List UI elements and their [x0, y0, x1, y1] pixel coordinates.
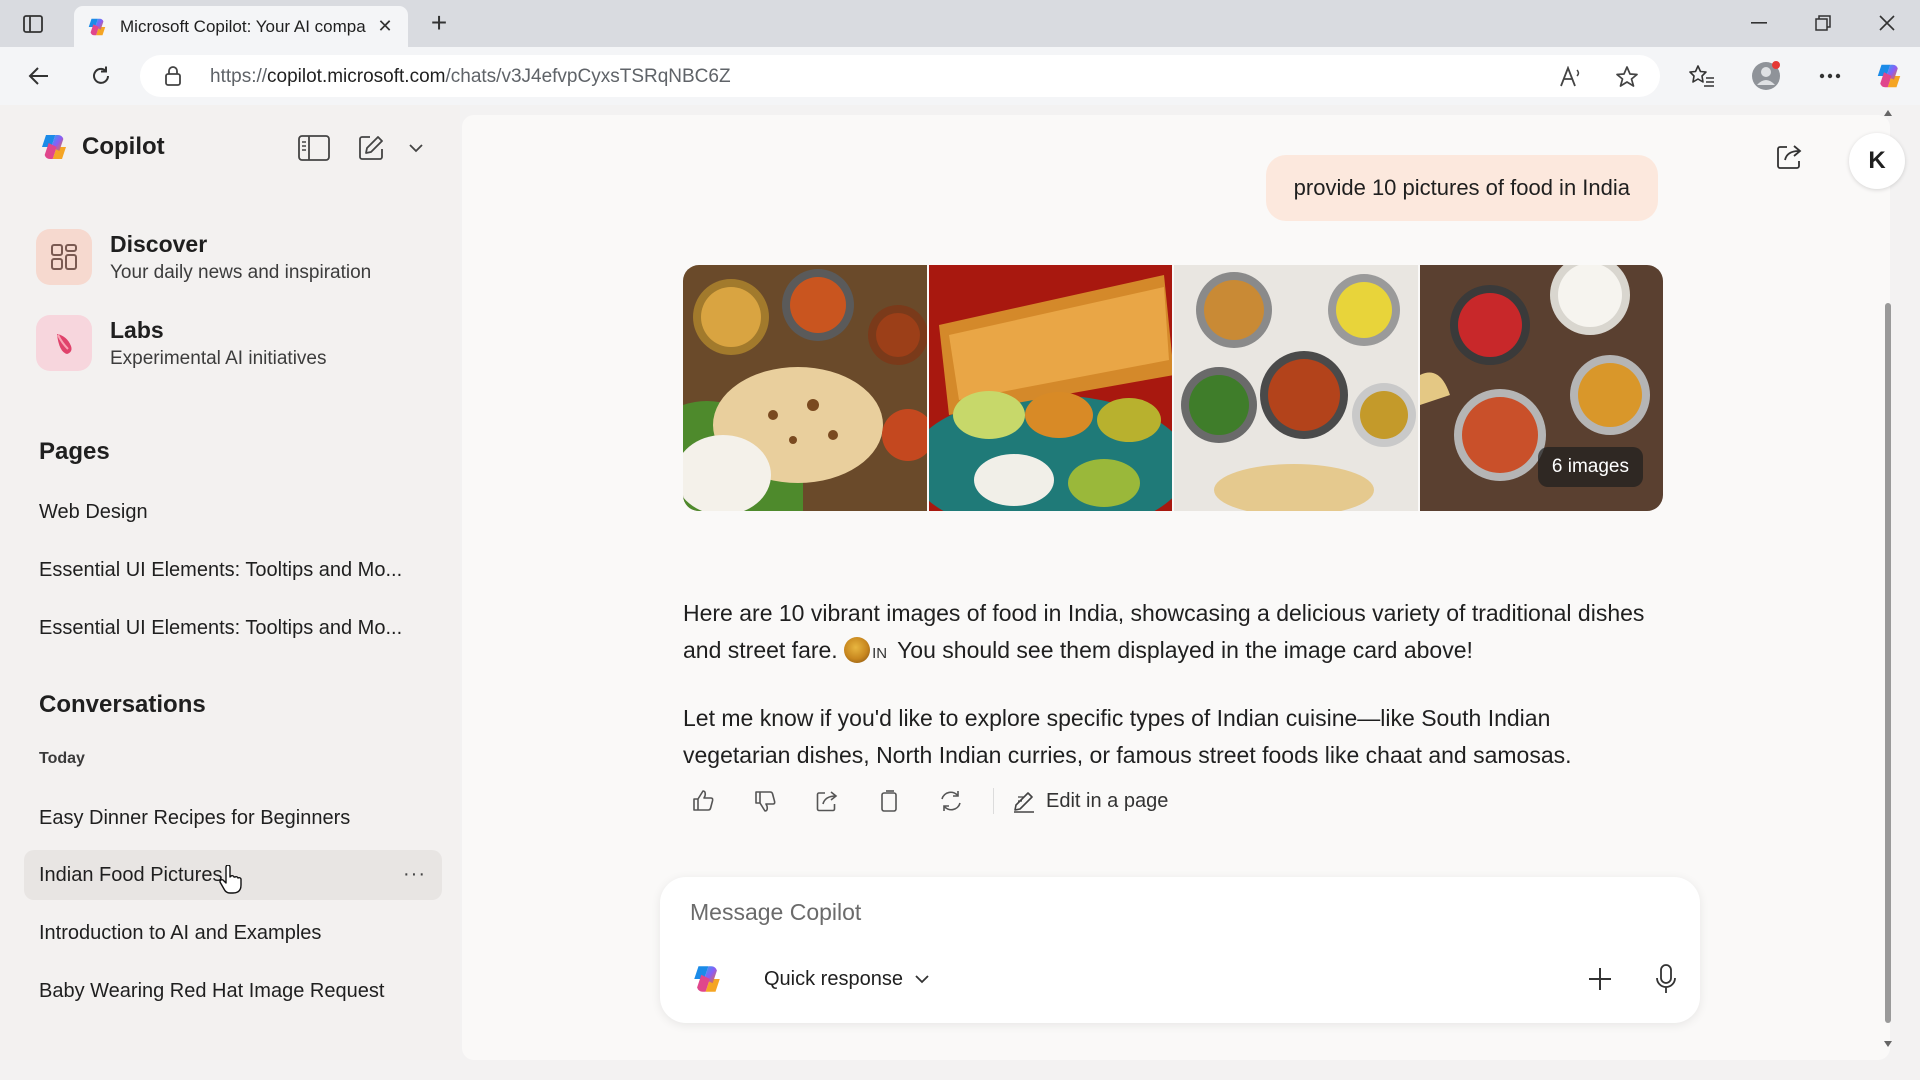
sidebar-item-labs[interactable]: Labs Experimental AI initiatives — [36, 315, 327, 371]
share-message-icon[interactable] — [807, 781, 847, 821]
new-chat-icon[interactable] — [354, 131, 388, 165]
lock-icon[interactable] — [164, 66, 182, 86]
url-text: https://copilot.microsoft.com/chats/v3J4… — [210, 66, 731, 87]
read-aloud-icon[interactable] — [1558, 64, 1584, 90]
grid-icon — [36, 229, 92, 285]
copilot-logo-icon — [42, 135, 66, 159]
gallery-count-badge: 6 images — [1537, 447, 1643, 487]
food-image-4[interactable]: 6 images — [1419, 265, 1663, 511]
restore-icon[interactable] — [1800, 8, 1846, 38]
chevron-down-icon — [915, 974, 929, 983]
favorites-list-icon[interactable] — [1685, 59, 1719, 93]
conversation-title: Baby Wearing Red Hat Image Request — [39, 979, 385, 1002]
labs-subtitle: Experimental AI initiatives — [110, 347, 327, 369]
message-actions: Edit in a page — [683, 781, 1168, 821]
favorite-star-icon[interactable] — [1614, 64, 1640, 90]
conversation-item-dinner[interactable]: Easy Dinner Recipes for Beginners — [24, 793, 442, 843]
chevron-down-icon[interactable] — [399, 131, 433, 165]
add-attachment-icon[interactable] — [1580, 959, 1620, 999]
scrollbar[interactable] — [1882, 105, 1894, 1060]
copilot-app: Copilot Discover Your daily news and ins… — [0, 105, 1920, 1080]
tab-title: Microsoft Copilot: Your AI compa — [120, 16, 366, 36]
settings-more-icon[interactable] — [1813, 59, 1847, 93]
discover-subtitle: Your daily news and inspiration — [110, 261, 372, 283]
image-gallery[interactable]: 6 images — [683, 265, 1663, 511]
response-mode-label: Quick response — [764, 967, 903, 990]
thumbs-down-icon[interactable] — [745, 781, 785, 821]
response-mode-dropdown[interactable]: Quick response — [746, 953, 947, 1005]
edit-page-icon — [1014, 792, 1034, 813]
flask-icon — [36, 315, 92, 371]
message-composer[interactable]: Message Copilot Quick response — [660, 877, 1700, 1023]
conversation-title: Easy Dinner Recipes for Beginners — [39, 806, 351, 829]
scrollbar-thumb[interactable] — [1885, 303, 1891, 1023]
tab-actions-icon[interactable] — [18, 11, 48, 37]
copy-icon[interactable] — [869, 781, 909, 821]
share-icon[interactable] — [1770, 137, 1810, 177]
message-input[interactable]: Message Copilot — [690, 899, 861, 926]
user-message: provide 10 pictures of food in India — [1265, 155, 1658, 221]
assistant-reply-paragraph-1: Here are 10 vibrant images of food in In… — [683, 600, 1645, 663]
copilot-brand[interactable]: Copilot — [38, 131, 165, 163]
assistant-reply-paragraph-2: Let me know if you'd like to explore spe… — [683, 705, 1572, 768]
today-label: Today — [39, 750, 85, 767]
address-bar[interactable]: https://copilot.microsoft.com/chats/v3J4… — [140, 55, 1660, 97]
regenerate-icon[interactable] — [931, 781, 971, 821]
refresh-icon[interactable] — [84, 59, 118, 93]
actions-divider — [993, 788, 994, 814]
hand-cursor-icon — [219, 865, 242, 894]
conversation-item-baby-hat[interactable]: Baby Wearing Red Hat Image Request — [24, 966, 442, 1016]
conversation-title: Introduction to AI and Examples — [39, 921, 322, 944]
profile-icon[interactable] — [1749, 59, 1783, 93]
avatar[interactable]: K — [1849, 133, 1905, 189]
page-item-web-design[interactable]: Web Design — [24, 487, 442, 537]
pages-heading: Pages — [39, 438, 110, 465]
edit-in-page-label: Edit in a page — [1046, 789, 1169, 812]
browser-tab-active[interactable]: Microsoft Copilot: Your AI compa ✕ — [74, 6, 408, 47]
food-image-1[interactable] — [683, 265, 927, 511]
page-item-ui-elements-1[interactable]: Essential UI Elements: Tooltips and Mo..… — [24, 545, 442, 595]
new-tab-button[interactable]: + — [424, 9, 454, 37]
back-icon[interactable] — [22, 59, 56, 93]
india-flag-icon — [844, 637, 871, 663]
sidebar-item-discover[interactable]: Discover Your daily news and inspiration — [36, 229, 371, 285]
copilot-sidebar-icon[interactable] — [1872, 59, 1906, 93]
conversation-item-ai-intro[interactable]: Introduction to AI and Examples — [24, 908, 442, 958]
collapse-sidebar-icon[interactable] — [297, 131, 331, 165]
food-image-2[interactable] — [928, 265, 1172, 511]
edit-in-page-button[interactable]: Edit in a page — [1012, 789, 1168, 813]
discover-title: Discover — [110, 230, 208, 257]
brand-name: Copilot — [82, 133, 165, 160]
copilot-favicon-icon — [88, 18, 106, 35]
thumbs-up-icon[interactable] — [683, 781, 723, 821]
close-tab-icon[interactable]: ✕ — [374, 16, 396, 38]
page-item-ui-elements-2[interactable]: Essential UI Elements: Tooltips and Mo..… — [24, 603, 442, 653]
browser-toolbar: https://copilot.microsoft.com/chats/v3J4… — [0, 47, 1920, 105]
conversation-title: Indian Food Pictures — [39, 863, 223, 886]
labs-title: Labs — [110, 316, 164, 343]
close-window-icon[interactable] — [1864, 8, 1910, 38]
more-options-icon[interactable]: ··· — [403, 863, 426, 886]
minimize-icon[interactable] — [1736, 8, 1782, 38]
food-image-3[interactable] — [1174, 265, 1418, 511]
sidebar: Copilot Discover Your daily news and ins… — [0, 105, 460, 1060]
browser-tab-bar: Microsoft Copilot: Your AI compa ✕ + — [0, 0, 1920, 47]
microphone-icon[interactable] — [1646, 959, 1686, 999]
chat-panel: K provide 10 pictures of food in India 6… — [462, 115, 1905, 1060]
conversations-heading: Conversations — [39, 691, 206, 718]
copilot-composer-logo-icon — [694, 966, 720, 992]
